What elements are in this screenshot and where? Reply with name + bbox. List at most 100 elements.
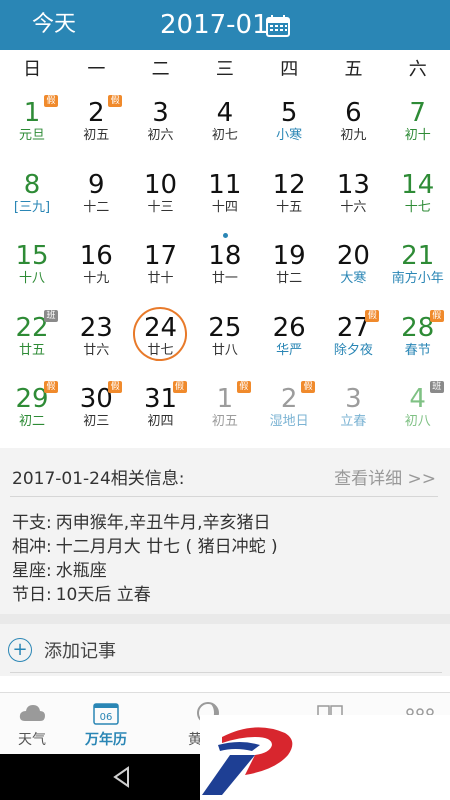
day-cell[interactable]: 1 初五假: [193, 376, 257, 448]
day-cell[interactable]: 9 十二: [64, 162, 128, 234]
day-cell[interactable]: 4 初八班: [386, 376, 450, 448]
day-cell[interactable]: 13 十六: [321, 162, 385, 234]
day-cell[interactable]: 11 十四: [193, 162, 257, 234]
day-cell[interactable]: 20 大寒: [321, 233, 385, 305]
day-cell[interactable]: 23 廿六: [64, 305, 128, 377]
day-cell[interactable]: 25 廿八: [193, 305, 257, 377]
lunar-label: 十九: [83, 271, 110, 286]
day-number: 3: [345, 384, 362, 414]
lunar-label: 十二: [83, 199, 110, 215]
logo-mark: [202, 727, 293, 795]
day-number: 15: [15, 241, 49, 271]
holiday-badge: 假: [236, 381, 251, 393]
day-cell[interactable]: 4 初七: [193, 90, 257, 162]
day-cell[interactable]: 10 十三: [129, 162, 193, 234]
add-note-button[interactable]: + 添加记事: [0, 624, 450, 676]
holiday-badge: 假: [365, 309, 380, 322]
day-cell[interactable]: 27 除夕夜假: [321, 305, 385, 377]
day-number: 4: [216, 98, 234, 128]
lunar-label: 初八: [404, 414, 431, 429]
day-cell[interactable]: 16 十九: [64, 233, 128, 305]
lunar-label: 十六: [340, 199, 367, 215]
month-title[interactable]: 2017-01: [160, 9, 269, 41]
day-cell[interactable]: 3 初六: [129, 90, 193, 162]
tab-label: 天气: [18, 732, 46, 748]
day-number: 23: [79, 312, 113, 343]
day-cell[interactable]: 14 十七: [386, 162, 450, 234]
today-dot: [222, 233, 228, 238]
back-icon[interactable]: [110, 765, 134, 789]
day-cell[interactable]: 29 初二假: [0, 376, 64, 448]
add-icon: +: [8, 638, 32, 662]
workday-badge: 班: [429, 381, 444, 393]
lunar-label: 初五: [211, 414, 238, 429]
day-cell[interactable]: 2 初五假: [64, 90, 128, 162]
holiday-badge: 假: [108, 95, 123, 107]
section-gap: [0, 614, 450, 624]
day-cell[interactable]: 22 廿五班: [0, 305, 64, 377]
day-number: 19: [272, 241, 306, 271]
divider: [10, 672, 442, 673]
day-cell[interactable]: 26 华严: [257, 305, 321, 377]
lunar-label: 元旦: [18, 128, 45, 143]
info-label: 星座:: [12, 561, 52, 581]
logo: [200, 715, 450, 800]
day-cell[interactable]: 6 初九: [321, 90, 385, 162]
day-cell[interactable]: 31 初四假: [129, 376, 193, 448]
lunar-label: 十四: [211, 199, 238, 215]
info-label: 相冲:: [12, 537, 52, 557]
day-cell[interactable]: 17 廿十: [129, 233, 193, 305]
tab-weather[interactable]: 天气: [0, 693, 64, 755]
day-cell[interactable]: 8 [三九]: [0, 162, 64, 234]
day-cell[interactable]: 24 廿七: [129, 303, 193, 377]
info-row-zodiac: 星座: 水瓶座: [12, 556, 111, 581]
calendar-picker-icon[interactable]: [266, 15, 290, 37]
info-value: 10天后 立春: [55, 585, 151, 605]
lunar-label: 初十: [404, 128, 431, 143]
lunar-label: 初七: [211, 128, 238, 143]
day-number: 16: [79, 241, 113, 271]
holiday-badge: 假: [44, 95, 58, 107]
info-label: 干支:: [12, 513, 52, 533]
day-cell[interactable]: 18 廿一: [193, 233, 257, 305]
holiday-badge: 假: [172, 381, 187, 393]
info-row-festival: 节日: 10天后 立春: [12, 580, 155, 605]
cloud-icon: [19, 705, 45, 721]
day-cell[interactable]: 21 南方小年: [386, 233, 450, 305]
day-cell[interactable]: 2 湿地日假: [257, 376, 321, 448]
day-cell[interactable]: 5 小寒: [257, 90, 321, 162]
day-number: 5: [280, 98, 298, 128]
tab-calendar[interactable]: 06 万年历: [74, 693, 138, 755]
holiday-badge: 假: [301, 381, 316, 393]
workday-badge: 班: [44, 309, 58, 322]
day-cell[interactable]: 7 初十: [386, 90, 450, 162]
today-button[interactable]: 今天: [32, 11, 76, 39]
day-number: 7: [409, 98, 426, 128]
app-header: 今天 2017-01: [0, 0, 450, 50]
day-cell[interactable]: 3 立春: [321, 376, 385, 448]
lunar-label: 十三: [147, 199, 174, 215]
day-cell[interactable]: 15 十八: [0, 233, 64, 305]
day-number: 20: [336, 241, 370, 271]
day-number: 10: [144, 169, 178, 200]
view-details-link[interactable]: 查看详细 >>: [334, 464, 436, 489]
day-cell[interactable]: 12 十五: [257, 162, 321, 234]
day-cell[interactable]: 30 初三假: [64, 376, 128, 448]
day-cell[interactable]: 19 廿二: [257, 233, 321, 305]
day-number: 6: [345, 98, 362, 128]
calendar-icon: 06: [93, 703, 119, 725]
lunar-label: 十七: [404, 199, 431, 215]
info-label: 节日:: [12, 585, 52, 605]
lunar-label: [三九]: [13, 199, 51, 215]
day-number: 13: [336, 169, 370, 200]
day-number: 12: [272, 169, 306, 200]
day-number: 25: [208, 312, 242, 343]
day-cell[interactable]: 1 元旦假: [0, 90, 64, 162]
day-number: 9: [88, 169, 105, 200]
day-number: 17: [144, 241, 178, 271]
day-number: 24: [144, 312, 178, 343]
day-number: 11: [208, 169, 242, 200]
day-cell[interactable]: 28 春节假: [386, 305, 450, 377]
date-info-panel: 2017-01-24相关信息: 查看详细 >> 干支: 丙申猴年,辛丑牛月,辛亥猪…: [0, 448, 450, 614]
day-number: 3: [152, 98, 169, 128]
